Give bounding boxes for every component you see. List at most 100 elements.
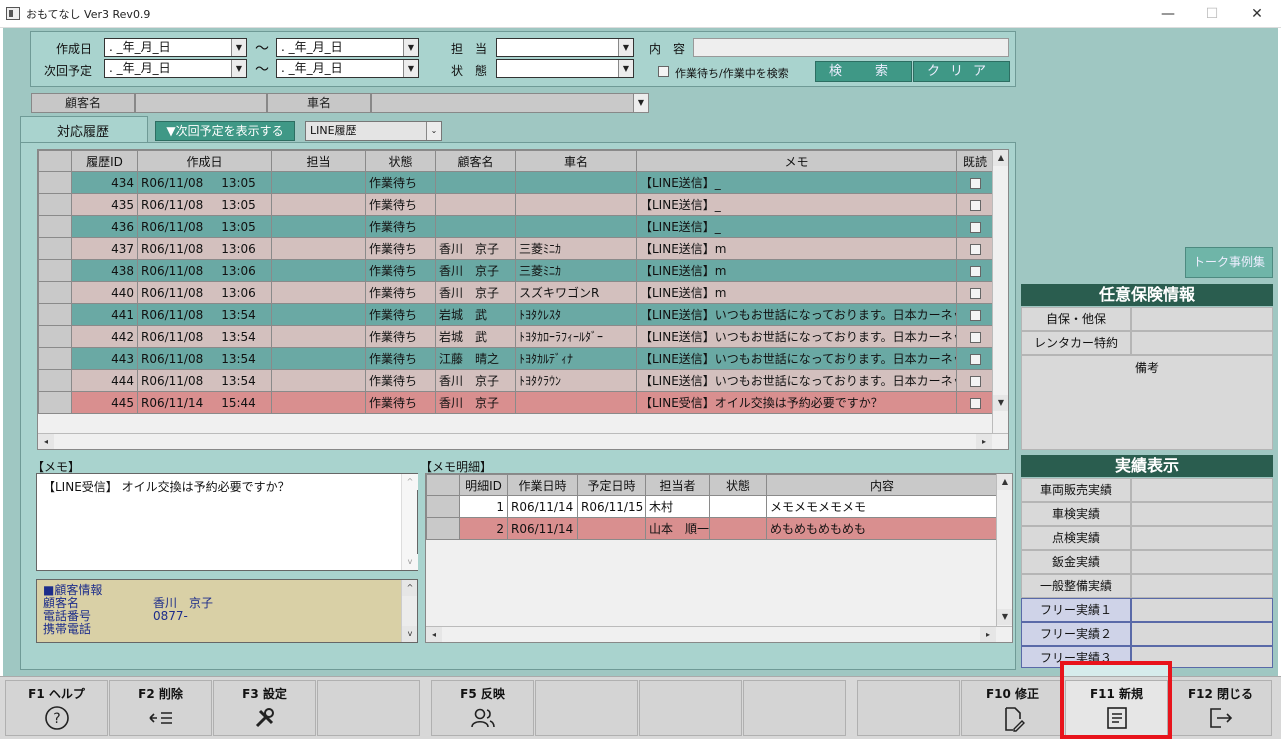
chevron-down-icon[interactable]: ▼ bbox=[403, 39, 418, 56]
read-checkbox[interactable] bbox=[969, 309, 981, 321]
chevron-down-icon[interactable]: ▼ bbox=[618, 60, 633, 77]
row-selector[interactable] bbox=[38, 259, 72, 282]
f12-close-button[interactable]: F12 閉じる bbox=[1169, 680, 1272, 736]
col-staff[interactable]: 担当 bbox=[271, 150, 366, 172]
scroll-up-icon[interactable]: ^ bbox=[402, 580, 417, 596]
read-checkbox[interactable] bbox=[969, 199, 981, 211]
scroll-down-icon[interactable]: v bbox=[402, 626, 417, 642]
cell-read[interactable] bbox=[956, 259, 994, 282]
col-history-id[interactable]: 履歴ID bbox=[71, 150, 138, 172]
cell-read[interactable] bbox=[956, 325, 994, 348]
table-row[interactable]: 2 R06/11/14 山本 順一 めもめもめもめも bbox=[426, 517, 998, 540]
col-created-date[interactable]: 作成日 bbox=[137, 150, 272, 172]
table-row[interactable]: 442 R06/11/08 13:54 作業待ち 岩城 武ﾄﾖﾀｶﾛｰﾗﾌｨｰﾙﾀﾞｰ【… bbox=[38, 325, 994, 348]
line-history-select[interactable]: LINE履歴 ⌄ bbox=[305, 121, 442, 141]
content-input[interactable] bbox=[693, 38, 1009, 57]
chevron-down-icon[interactable]: ▼ bbox=[231, 60, 246, 77]
chevron-down-icon[interactable]: ▼ bbox=[618, 39, 633, 56]
maximize-button[interactable]: ☐ bbox=[1189, 0, 1235, 28]
table-row[interactable]: 1 R06/11/14 R06/11/15 木村 メモメモメモメモ bbox=[426, 495, 998, 518]
read-checkbox[interactable] bbox=[969, 287, 981, 299]
chevron-down-icon[interactable]: ⌄ bbox=[426, 122, 441, 140]
col-plan-datetime[interactable]: 予定日時 bbox=[577, 474, 646, 496]
read-checkbox[interactable] bbox=[969, 177, 981, 189]
scroll-left-icon[interactable]: ◂ bbox=[38, 434, 54, 449]
col-work-datetime[interactable]: 作業日時 bbox=[507, 474, 578, 496]
customer-name-input[interactable] bbox=[135, 93, 267, 113]
read-checkbox[interactable] bbox=[969, 397, 981, 409]
scroll-right-icon[interactable]: ▸ bbox=[980, 627, 996, 642]
history-vscroll[interactable]: ▲ ▼ bbox=[992, 150, 1008, 433]
row-selector[interactable] bbox=[38, 281, 72, 304]
table-row[interactable]: 444 R06/11/08 13:54 作業待ち 香川 京子 ﾄﾖﾀｸﾗｳﾝ 【LINE送信… bbox=[38, 369, 994, 392]
read-checkbox[interactable] bbox=[969, 243, 981, 255]
table-row[interactable]: 441 R06/11/08 13:54 作業待ち 岩城 武ﾄﾖﾀｸﾚｽﾀ 【LINE送信】… bbox=[38, 303, 994, 326]
col-memo[interactable]: メモ bbox=[636, 150, 957, 172]
scroll-up-icon[interactable]: ▲ bbox=[997, 474, 1012, 490]
row-selector[interactable] bbox=[38, 347, 72, 370]
row-selector[interactable] bbox=[38, 369, 72, 392]
talk-examples-button[interactable]: トーク事例集 bbox=[1185, 247, 1273, 278]
col-read[interactable]: 既読 bbox=[956, 150, 994, 172]
cell-read[interactable] bbox=[956, 369, 994, 392]
memo-textarea[interactable]: 【LINE受信】 オイル交換は予約必要ですか？ ^ v bbox=[36, 473, 418, 571]
cell-read[interactable] bbox=[956, 237, 994, 260]
col-detail-id[interactable]: 明細ID bbox=[459, 474, 508, 496]
scroll-right-icon[interactable]: ▸ bbox=[976, 434, 992, 449]
table-row[interactable]: 445 R06/11/14 15:44 作業待ち 香川 京子 【LINE受信】オイル交換は… bbox=[38, 391, 994, 414]
minimize-button[interactable]: — bbox=[1145, 0, 1191, 28]
scroll-left-icon[interactable]: ◂ bbox=[426, 627, 442, 642]
memo-vscroll[interactable]: ^ v bbox=[401, 474, 418, 570]
f10-edit-button[interactable]: F10 修正 bbox=[961, 680, 1064, 736]
cell-read[interactable] bbox=[956, 391, 994, 414]
car-name-select[interactable]: ▼ bbox=[371, 93, 649, 113]
scroll-up-icon[interactable]: ▲ bbox=[993, 150, 1008, 166]
close-button[interactable]: ✕ bbox=[1234, 0, 1280, 28]
row-selector[interactable] bbox=[426, 495, 460, 518]
scroll-down-icon[interactable]: ▼ bbox=[993, 395, 1008, 411]
created-to-date[interactable]: . _年_月_日 ▼ bbox=[276, 38, 419, 57]
table-row[interactable]: 435 R06/11/08 13:05 作業待ち 【LINE送信】_ bbox=[38, 193, 994, 216]
row-selector[interactable] bbox=[38, 303, 72, 326]
table-row[interactable]: 437 R06/11/08 13:06 作業待ち 香川 京子 三菱ﾐﾆｶ 【LINE送信】m bbox=[38, 237, 994, 260]
show-next-plan-button[interactable]: ▼次回予定を表示する bbox=[155, 121, 295, 141]
read-checkbox[interactable] bbox=[969, 331, 981, 343]
customer-info-vscroll[interactable]: ^ v bbox=[401, 580, 417, 642]
table-row[interactable]: 434 R06/11/08 13:05 作業待ち 【LINE送信】_ bbox=[38, 171, 994, 194]
row-selector[interactable] bbox=[426, 517, 460, 540]
read-checkbox[interactable] bbox=[969, 265, 981, 277]
col-detail-staff[interactable]: 担当者 bbox=[645, 474, 710, 496]
memo-detail-vscroll[interactable]: ▲ ▼ bbox=[996, 474, 1012, 626]
cell-read[interactable] bbox=[956, 215, 994, 238]
scroll-up-icon[interactable]: ^ bbox=[402, 474, 418, 490]
waiting-checkbox[interactable] bbox=[658, 64, 669, 78]
created-from-date[interactable]: . _年_月_日 ▼ bbox=[104, 38, 247, 57]
status-select[interactable]: ▼ bbox=[496, 59, 634, 78]
row-selector[interactable] bbox=[38, 171, 72, 194]
f3-settings-button[interactable]: F3 設定 bbox=[213, 680, 316, 736]
scroll-down-icon[interactable]: v bbox=[402, 554, 418, 570]
chevron-down-icon[interactable]: ▼ bbox=[231, 39, 246, 56]
scroll-down-icon[interactable]: ▼ bbox=[997, 609, 1012, 625]
search-button[interactable]: 検 索 bbox=[815, 61, 912, 82]
staff-select[interactable]: ▼ bbox=[496, 38, 634, 57]
row-selector[interactable] bbox=[38, 215, 72, 238]
history-hscroll[interactable]: ◂ ▸ bbox=[38, 433, 1008, 449]
row-selector[interactable] bbox=[38, 325, 72, 348]
clear-button[interactable]: クリア bbox=[913, 61, 1010, 82]
chevron-down-icon[interactable]: ▼ bbox=[633, 94, 648, 112]
col-detail-content[interactable]: 内容 bbox=[766, 474, 998, 496]
chevron-down-icon[interactable]: ▼ bbox=[403, 60, 418, 77]
cell-read[interactable] bbox=[956, 303, 994, 326]
table-row[interactable]: 436 R06/11/08 13:05 作業待ち 【LINE送信】_ bbox=[38, 215, 994, 238]
table-row[interactable]: 438 R06/11/08 13:06 作業待ち 香川 京子 三菱ﾐﾆｶ 【LINE送信】m bbox=[38, 259, 994, 282]
table-row[interactable]: 443 R06/11/08 13:54 作業待ち 江藤 晴之 ﾄﾖﾀｶﾙﾃﾞｨﾅ 【LINE… bbox=[38, 347, 994, 370]
cell-read[interactable] bbox=[956, 281, 994, 304]
col-customer[interactable]: 顧客名 bbox=[435, 150, 516, 172]
row-selector[interactable] bbox=[38, 193, 72, 216]
memo-detail-hscroll[interactable]: ◂ ▸ bbox=[426, 626, 1012, 642]
cell-read[interactable] bbox=[956, 347, 994, 370]
read-checkbox[interactable] bbox=[969, 221, 981, 233]
f2-delete-button[interactable]: F2 削除 bbox=[109, 680, 212, 736]
col-detail-status[interactable]: 状態 bbox=[709, 474, 767, 496]
